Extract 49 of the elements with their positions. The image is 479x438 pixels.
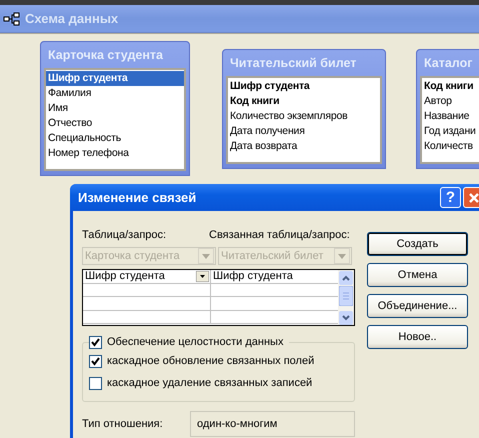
table-label: Таблица/запрос:: [82, 229, 168, 241]
field-item[interactable]: Шифр студента: [228, 79, 380, 94]
scroll-down-icon[interactable]: [339, 311, 353, 325]
field-item[interactable]: Дата получения: [228, 124, 380, 139]
dialog-button[interactable]: Отмена: [367, 263, 468, 287]
diagram-icon: [3, 12, 21, 26]
field-item[interactable]: Год издани: [422, 124, 479, 139]
scrollbar[interactable]: [338, 270, 354, 325]
checkbox-label: каскадное удаление связанных записей: [107, 377, 312, 389]
window-title: Схема данных: [25, 11, 118, 26]
checkbox[interactable]: [89, 354, 102, 368]
field-item[interactable]: Название: [422, 109, 479, 124]
field-item[interactable]: Количеств: [422, 139, 479, 154]
dialog-title: Изменение связей: [78, 190, 196, 205]
scroll-thumb[interactable]: [339, 286, 353, 306]
related-table-label: Связанная таблица/запрос:: [209, 229, 350, 241]
relation-type-field: один-ко-многим: [190, 411, 355, 437]
checkbox[interactable]: [89, 376, 102, 390]
field-cell[interactable]: Шифр студента: [211, 270, 338, 282]
checkbox[interactable]: [89, 336, 102, 348]
field-item[interactable]: Номер телефона: [46, 146, 184, 161]
table-card[interactable]: Карточка студента Шифр студента Фамилия Имя Отчество Специальность Номер телефона: [40, 41, 190, 176]
checkbox-label: Обеспечение целостности данных: [107, 336, 284, 348]
field-item[interactable]: Автор: [422, 94, 479, 109]
checkbox-label: каскадное обновление связанных полей: [107, 355, 314, 367]
table-card[interactable]: Читательский билет Шифр студента Код книги Количество экземпляров Дата получения Дата возврата: [222, 49, 386, 169]
field-item[interactable]: Фамилия: [46, 86, 184, 101]
help-button[interactable]: ?: [440, 187, 461, 208]
field-cell[interactable]: Шифр студента: [85, 270, 165, 283]
dialog-button[interactable]: Создать: [367, 232, 468, 256]
table-title: Каталог: [423, 55, 474, 72]
field-item[interactable]: Код книги: [422, 79, 479, 94]
field-item[interactable]: Шифр студента: [46, 71, 184, 86]
dialog-button[interactable]: Новое..: [367, 325, 468, 349]
table-title: Читательский билет: [229, 55, 358, 72]
dropdown-arrow-icon[interactable]: [196, 270, 209, 282]
field-item[interactable]: Имя: [46, 101, 184, 116]
field-item[interactable]: Количество экземпляров: [228, 109, 380, 124]
field-item[interactable]: Специальность: [46, 131, 184, 146]
table-title: Карточка студента: [47, 47, 164, 64]
table-card[interactable]: Каталог Код книги Автор Название Год издани Количеств: [416, 49, 479, 169]
close-button[interactable]: [463, 187, 479, 208]
field-item[interactable]: Код книги: [228, 94, 380, 109]
dialog-button[interactable]: Объединение...: [367, 294, 468, 318]
field-item[interactable]: Дата возврата: [228, 139, 380, 154]
close-icon[interactable]: [468, 192, 479, 204]
field-item[interactable]: Отчество: [46, 116, 184, 131]
relation-type-label: Тип отношения:: [82, 418, 164, 430]
scroll-up-icon[interactable]: [339, 271, 353, 285]
